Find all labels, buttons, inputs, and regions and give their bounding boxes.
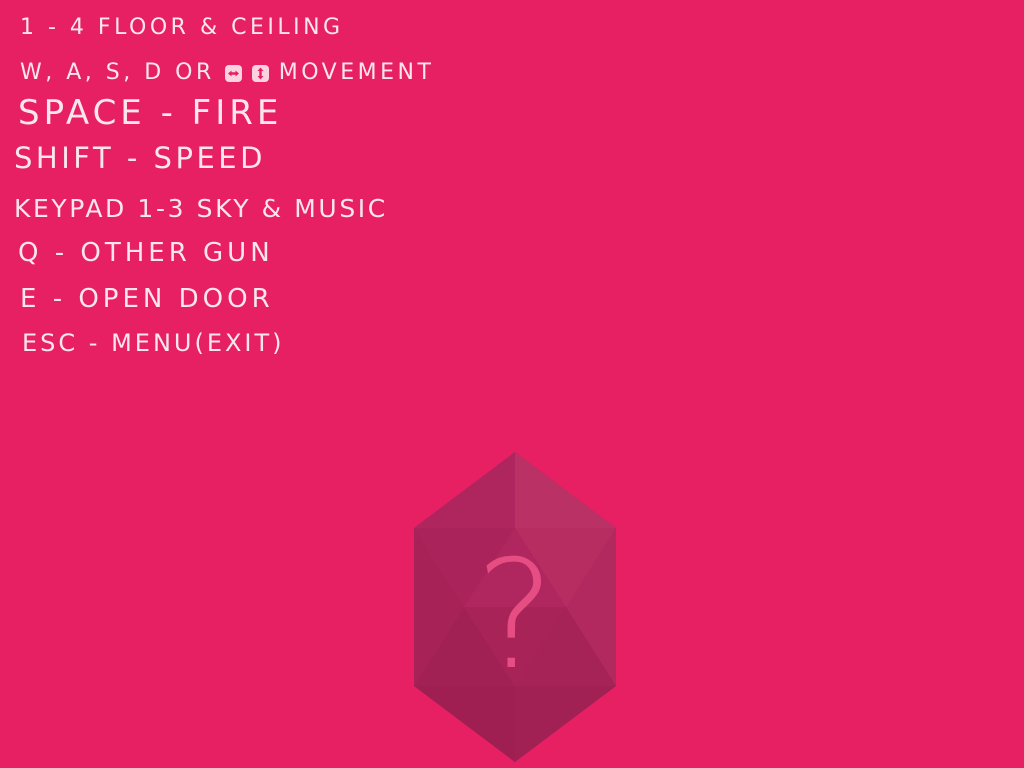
controls-floor-ceiling: 1 - 4 FLOOR & CEILING bbox=[20, 15, 344, 40]
hexagon-question-icon: ? bbox=[414, 452, 616, 762]
controls-sky-music: KEYPAD 1-3 SKY & MUSIC bbox=[14, 194, 388, 223]
controls-movement: W, A, S, D OR MOVEMENT bbox=[20, 62, 434, 84]
movement-keys-label: W, A, S, D OR bbox=[20, 60, 215, 85]
controls-other-gun: Q - OTHER GUN bbox=[18, 238, 274, 268]
question-mark-symbol: ? bbox=[475, 529, 555, 703]
controls-open-door: E - OPEN DOOR bbox=[20, 284, 274, 314]
left-right-arrow-icon bbox=[224, 64, 242, 82]
controls-fire: SPACE - FIRE bbox=[18, 93, 283, 133]
controls-menu: ESC - MENU(EXIT) bbox=[22, 329, 285, 357]
controls-speed: SHIFT - SPEED bbox=[14, 141, 266, 175]
movement-label: MOVEMENT bbox=[278, 60, 435, 85]
up-down-arrow-icon bbox=[251, 64, 269, 82]
mystery-badge[interactable]: ? bbox=[412, 452, 618, 762]
